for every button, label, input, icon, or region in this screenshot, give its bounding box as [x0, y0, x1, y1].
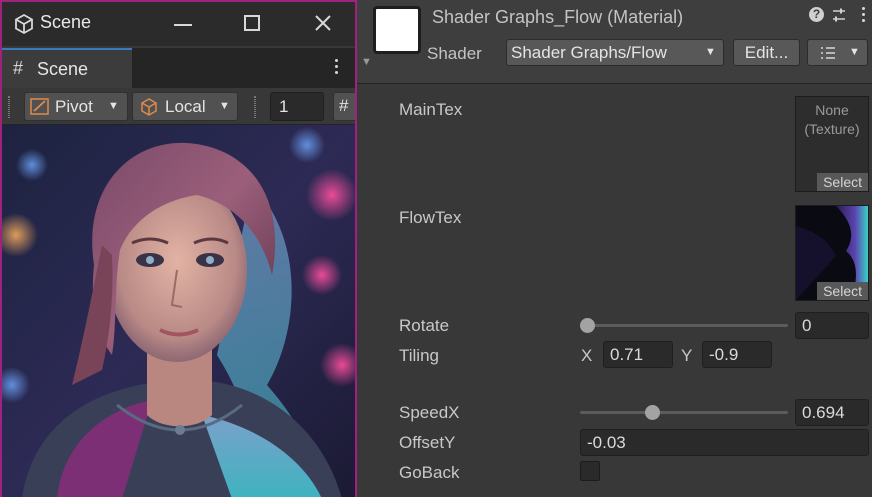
scene-titlebar[interactable]: Scene	[2, 2, 355, 46]
maintex-label: MainTex	[399, 100, 463, 119]
edit-shader-button[interactable]: Edit...	[733, 39, 800, 66]
character-render-image	[2, 125, 355, 497]
speedx-slider-handle[interactable]	[645, 405, 661, 420]
chevron-down-icon: ▼	[219, 100, 230, 112]
snap-increment-field[interactable]: 1	[270, 92, 324, 121]
material-preview-swatch[interactable]	[373, 6, 421, 54]
tab-scene-label: Scene	[37, 59, 89, 79]
more-options-icon[interactable]	[862, 7, 866, 23]
goback-checkbox[interactable]	[580, 461, 600, 481]
list-options-dropdown[interactable]: ▼	[807, 39, 868, 66]
material-title: Shader Graphs_Flow (Material)	[432, 7, 684, 27]
rotate-slider-track[interactable]	[580, 324, 788, 327]
flowtex-label: FlowTex	[399, 208, 462, 227]
tiling-y-field[interactable]: -0.9	[702, 341, 772, 368]
toolbar-grip-icon[interactable]	[254, 96, 256, 118]
goback-label: GoBack	[399, 463, 460, 482]
list-icon	[821, 47, 835, 59]
pivot-label: Pivot	[55, 97, 93, 116]
chevron-down-icon: ▼	[705, 46, 716, 58]
minimize-icon[interactable]	[174, 24, 192, 26]
shader-label: Shader	[427, 44, 482, 63]
inspector-panel: ▼ Shader Graphs_Flow (Material) ? Shader…	[357, 0, 872, 497]
scene-window: Scene # Scene Pivot ▼ Local ▼ 1 #	[0, 0, 357, 497]
tiling-label: Tiling	[399, 346, 439, 365]
local-dropdown[interactable]: Local ▼	[132, 92, 238, 121]
pivot-dropdown[interactable]: Pivot ▼	[24, 92, 128, 121]
flowtex-texture-slot[interactable]: Select	[795, 205, 869, 301]
scene-toolbar: Pivot ▼ Local ▼ 1 #	[2, 88, 355, 125]
speedx-label: SpeedX	[399, 403, 460, 422]
toolbar-grip-icon[interactable]	[8, 96, 10, 118]
tab-scene[interactable]: # Scene	[2, 48, 132, 88]
tiling-x-label: X	[581, 346, 593, 365]
speedx-value-field[interactable]: 0.694	[795, 399, 869, 426]
foldout-arrow-icon[interactable]: ▼	[361, 56, 372, 68]
material-header: ▼ Shader Graphs_Flow (Material) ? Shader…	[357, 0, 872, 84]
speedx-slider-track[interactable]	[580, 411, 788, 414]
close-icon[interactable]	[313, 13, 333, 33]
maintex-texture-slot[interactable]: None (Texture) Select	[795, 96, 869, 192]
help-icon[interactable]: ?	[809, 7, 824, 22]
rotate-value-field[interactable]: 0	[795, 312, 869, 339]
snap-grid-button[interactable]: #	[333, 92, 355, 121]
grid-hash-icon: #	[13, 58, 24, 78]
shader-dropdown[interactable]: Shader Graphs/Flow ▼	[506, 39, 724, 66]
chevron-down-icon: ▼	[108, 100, 119, 112]
local-label: Local	[165, 97, 206, 116]
material-properties: MainTex None (Texture) Select FlowTex Se…	[357, 85, 872, 497]
rotate-slider-handle[interactable]	[580, 318, 595, 333]
shader-dropdown-value: Shader Graphs/Flow	[511, 43, 667, 62]
tiling-y-label: Y	[681, 346, 693, 365]
local-cube-icon	[141, 98, 157, 116]
offsety-value-field[interactable]: -0.03	[580, 429, 869, 456]
snap-grid-icon: #	[339, 96, 349, 115]
pivot-icon	[30, 98, 49, 115]
tiling-x-field[interactable]: 0.71	[603, 341, 673, 368]
maintex-select-button[interactable]: Select	[817, 173, 868, 191]
more-options-icon[interactable]	[335, 58, 339, 78]
scene-tab-row: # Scene	[2, 48, 355, 88]
flowtex-select-button[interactable]: Select	[817, 282, 868, 300]
scene-window-title: Scene	[40, 12, 92, 32]
offsety-label: OffsetY	[399, 433, 456, 452]
chevron-down-icon: ▼	[849, 46, 860, 58]
rotate-label: Rotate	[399, 316, 450, 335]
presets-sliders-icon[interactable]	[831, 7, 847, 23]
scene-viewport[interactable]	[2, 125, 355, 497]
unity-cube-icon	[15, 13, 33, 35]
maintex-slot-text: None (Texture)	[804, 102, 860, 137]
maximize-icon[interactable]	[244, 15, 260, 31]
